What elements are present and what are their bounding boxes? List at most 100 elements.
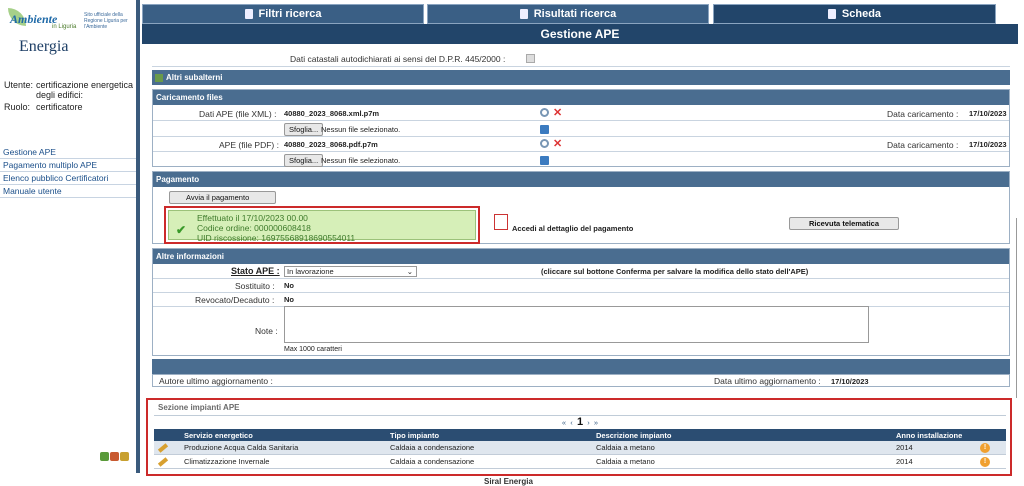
revocato-row: Revocato/Decaduto : No [153, 293, 1009, 307]
xml-row: Dati APE (file XML) : 40880_2023_8068.xm… [153, 106, 1009, 121]
browse-xml-button[interactable]: Sfoglia... [284, 123, 324, 136]
aggiornamento-row: Autore ultimo aggiornamento : Data ultim… [152, 374, 1010, 387]
catastali-label: Dati catastali autodichiarati ai sensi d… [290, 54, 506, 64]
user-value: certificazione energetica degli edifici: [36, 80, 134, 100]
pager-next[interactable]: › [587, 418, 590, 427]
edit-cell [154, 441, 182, 455]
footer: Siral Energia [484, 477, 533, 486]
documents-icon [519, 9, 528, 19]
altri-subalterni-header[interactable]: Altri subalterni [152, 70, 1010, 85]
autore-label: Autore ultimo aggiornamento : [159, 376, 273, 386]
xml-upload-row: Sfoglia... Nessun file selezionato. [153, 122, 1009, 137]
browse-pdf-button[interactable]: Sfoglia... [284, 154, 324, 167]
pencil-icon[interactable] [157, 443, 169, 453]
pager: « ‹ 1 › » [154, 415, 1006, 428]
chevron-down-icon: ⌄ [406, 267, 413, 276]
pager-last[interactable]: » [594, 418, 598, 427]
save-icon[interactable] [540, 125, 549, 134]
user-label: Utente: [4, 80, 34, 90]
nav-gestione-ape[interactable]: Gestione APE [0, 146, 136, 159]
ricevuta-telematica-button[interactable]: Ricevuta telematica [789, 217, 899, 230]
pdf-icon[interactable] [494, 214, 508, 230]
sostituito-value: No [284, 281, 294, 290]
altre-informazioni-panel: Altre informazioni Stato APE : In lavora… [152, 248, 1010, 356]
dettaglio-pagamento-link[interactable]: Accedi al dettaglio del pagamento [512, 224, 633, 233]
ambiente-liguria-logo[interactable]: Ambiente in Liguria Sito ufficiale della… [8, 8, 130, 36]
stato-select[interactable]: In lavorazione ⌄ [284, 266, 417, 277]
pager-prev[interactable]: ‹ [570, 418, 573, 427]
tab-label: Filtri ricerca [258, 8, 322, 20]
payment-status-lines: Effettuato il 17/10/2023 00.00 Codice or… [197, 213, 355, 243]
caricamento-panel: Caricamento files Dati APE (file XML) : … [152, 89, 1010, 167]
tab-bar: Filtri ricerca Risultati ricerca Scheda [142, 4, 996, 24]
scrollbar[interactable] [1016, 218, 1017, 398]
pdf-file: 40880_2023_8068.pdf.p7m [284, 140, 378, 149]
check-icon: ✔ [176, 223, 187, 237]
descrizione-cell: Caldaia a metano [594, 441, 894, 455]
user-info: Utente: certificazione energetica degli … [4, 80, 136, 114]
payment-order-code: Codice ordine: 000000608418 [197, 223, 311, 233]
pager-current[interactable]: 1 [577, 416, 583, 428]
table-row: Produzione Acqua Calda Sanitaria Caldaia… [154, 441, 1006, 455]
sidebar: Ambiente in Liguria Sito ufficiale della… [0, 0, 136, 486]
anno-cell: 2014 [894, 441, 978, 455]
role-value: certificatore [36, 102, 83, 112]
sostituito-label: Sostituito : [235, 281, 275, 291]
tab-label: Scheda [841, 8, 882, 20]
section-title: Energia [19, 38, 69, 55]
xml-no-file: Nessun file selezionato. [321, 125, 401, 134]
catastali-checkbox[interactable] [526, 54, 535, 63]
tipo-cell: Caldaia a condensazione [388, 441, 594, 455]
tab-risultati-ricerca[interactable]: Risultati ricerca [427, 4, 709, 24]
pagamento-header: Pagamento [153, 172, 1009, 187]
data-aggiornamento-label: Data ultimo aggiornamento : [714, 376, 821, 386]
payment-date: Effettuato il 17/10/2023 00.00 [197, 213, 308, 223]
tipo-cell: Caldaia a condensazione [388, 454, 594, 469]
xml-date-value: 17/10/2023 [969, 109, 1007, 118]
payment-status-box: ✔ Effettuato il 17/10/2023 00.00 Codice … [168, 210, 476, 243]
avvia-pagamento-button[interactable]: Avvia il pagamento [169, 191, 276, 204]
warning-icon[interactable]: ! [980, 457, 990, 467]
altre-header: Altre informazioni [153, 249, 1009, 264]
delete-icon[interactable]: ✕ [553, 137, 562, 150]
logo-sub: in Liguria [52, 24, 77, 30]
grid-icon[interactable] [100, 452, 109, 461]
warning-column-header [978, 429, 1006, 441]
stato-value: In lavorazione [287, 267, 334, 276]
stato-hint: (cliccare sul bottone Conferma per salva… [541, 267, 809, 276]
edit-column-header [154, 429, 182, 441]
plus-icon [155, 73, 163, 82]
nav-elenco-certificatori[interactable]: Elenco pubblico Certificatori [0, 172, 136, 185]
role-label: Ruolo: [4, 102, 31, 112]
logo-tagline: Sito ufficiale della Regione Liguria per… [84, 12, 128, 30]
view-icon[interactable] [540, 108, 549, 117]
xml-file: 40880_2023_8068.xml.p7m [284, 109, 380, 118]
sidebar-divider [136, 0, 140, 473]
warning-icon[interactable]: ! [980, 443, 990, 453]
tab-filtri-ricerca[interactable]: Filtri ricerca [142, 4, 424, 24]
altri-subalterni-label: Altri subalterni [166, 73, 223, 82]
pdf-no-file: Nessun file selezionato. [321, 156, 401, 165]
pager-first[interactable]: « [562, 418, 566, 427]
view-icon[interactable] [540, 139, 549, 148]
warning-cell: ! [978, 454, 1006, 469]
people-icon[interactable] [110, 452, 119, 461]
pencil-icon[interactable] [157, 457, 169, 467]
nav-pagamento-multiplo[interactable]: Pagamento multiplo APE [0, 159, 136, 172]
catastali-row: Dati catastali autodichiarati ai sensi d… [152, 50, 1010, 67]
warning-cell: ! [978, 441, 1006, 455]
sostituito-row: Sostituito : No [153, 279, 1009, 293]
revocato-label: Revocato/Decaduto : [195, 295, 275, 305]
nav-manuale-utente[interactable]: Manuale utente [0, 185, 136, 198]
note-limit: Max 1000 caratteri [284, 346, 342, 353]
data-aggiornamento-value: 17/10/2023 [831, 377, 869, 386]
save-icon[interactable] [540, 156, 549, 165]
tab-scheda[interactable]: Scheda [713, 4, 996, 24]
col-anno: Anno installazione [894, 429, 978, 441]
note-textarea[interactable] [284, 306, 869, 343]
stato-row: Stato APE : In lavorazione ⌄ (cliccare su… [153, 264, 1009, 279]
tab-label: Risultati ricerca [533, 8, 617, 20]
home-icon[interactable] [120, 452, 129, 461]
delete-icon[interactable]: ✕ [553, 106, 562, 119]
note-label: Note : [255, 326, 278, 336]
